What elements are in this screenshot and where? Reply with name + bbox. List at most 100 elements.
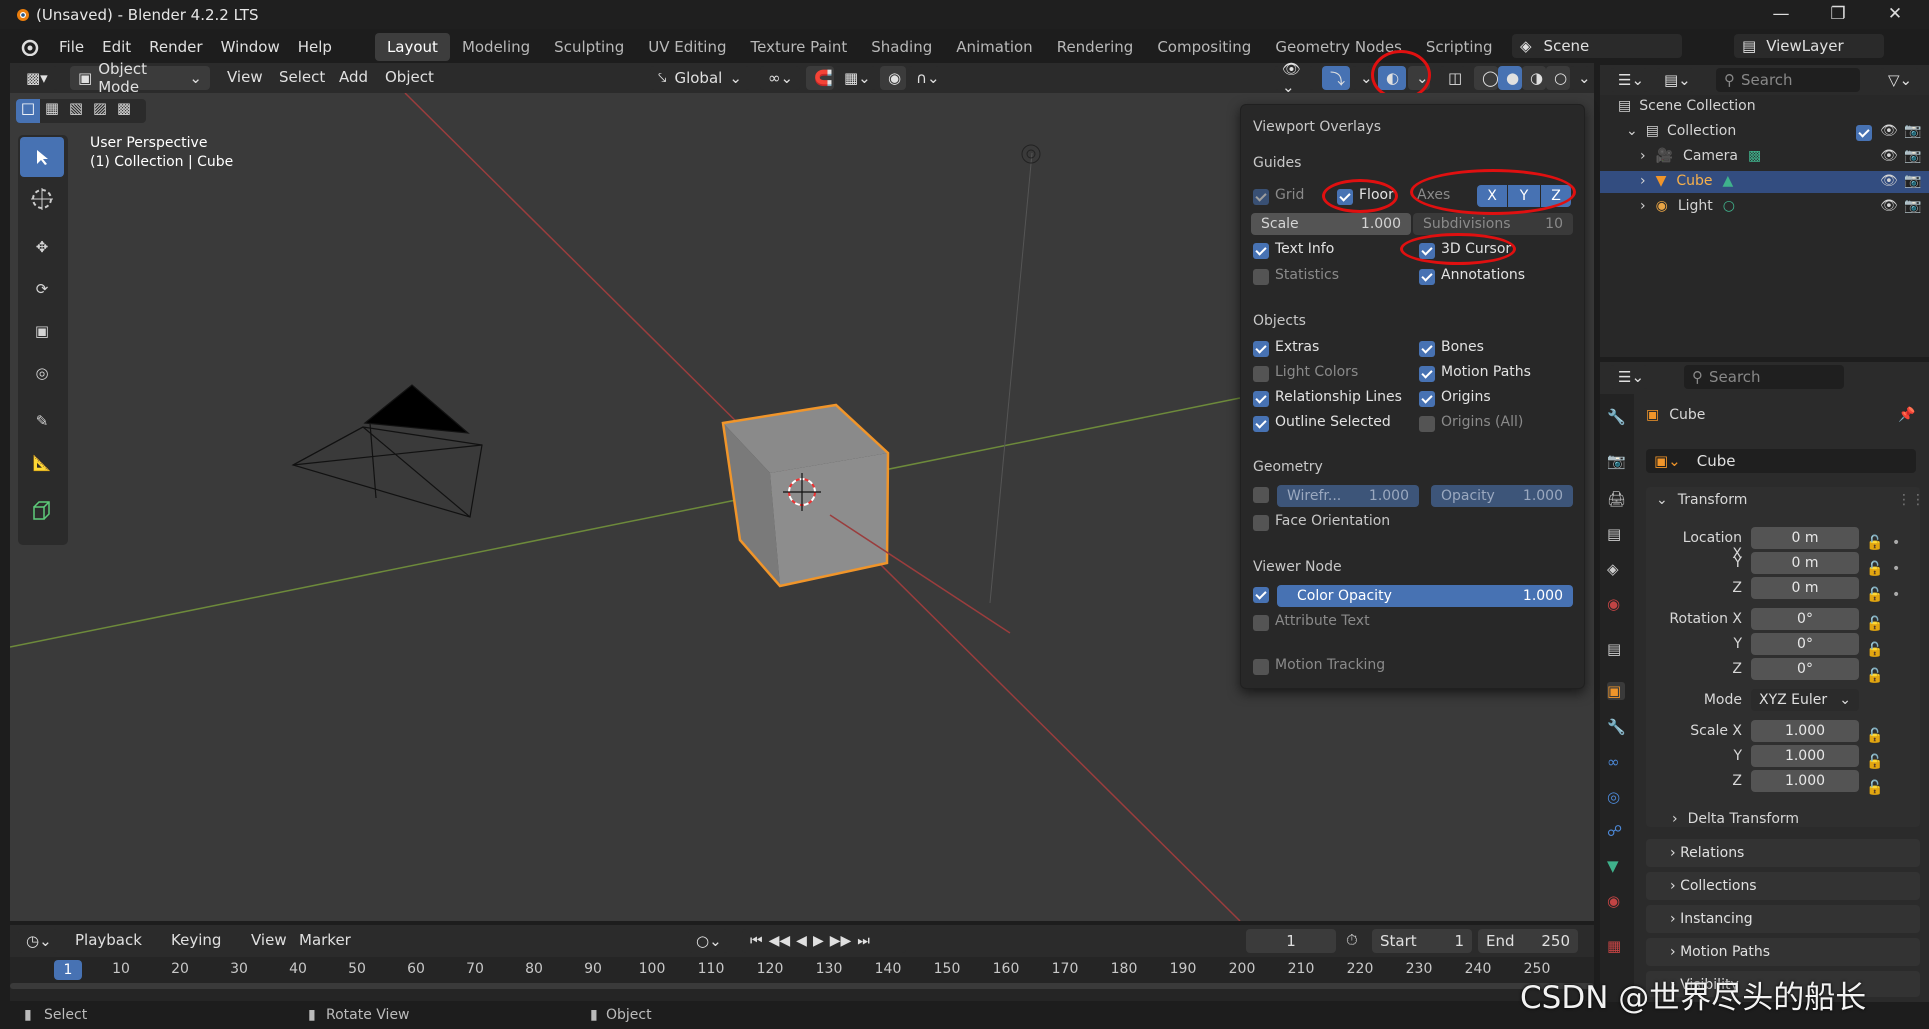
viewport-menu-select[interactable]: Select [270,68,334,86]
xray-icon[interactable]: ◫ [1440,66,1466,90]
delta-transform-header[interactable]: › Delta Transform [1672,811,1799,827]
visibility-icon[interactable]: 👁⌄ [1274,60,1314,96]
origins-checkbox[interactable] [1419,391,1435,407]
collections-panel[interactable]: › Collections [1646,872,1920,900]
next-keyframe-icon[interactable]: ▶▶ [830,933,852,949]
eye-icon[interactable]: 👁 [1880,198,1898,214]
transform-tool-icon[interactable]: ◎ [20,353,64,393]
scale-field[interactable]: Scale 1.000 [1251,213,1411,235]
keyframe-dots[interactable]: • • • [1892,530,1900,608]
data-tab-icon[interactable]: ▼ [1607,857,1625,875]
physics-tab-icon[interactable]: ◎ [1607,788,1625,806]
location-z-field[interactable]: 0 m [1751,577,1859,599]
snap-target-icon[interactable]: ▦⌄ [836,66,876,90]
tool-tab-icon[interactable]: 🔧 [1607,408,1626,426]
proportional-edit-icon[interactable]: ◉ [880,66,906,90]
scene-collection-row[interactable]: ▤ Scene Collection [1618,98,1756,114]
scale-y-field[interactable]: 1.000 [1751,745,1859,767]
annotations-checkbox[interactable] [1419,269,1435,285]
pivot-icon[interactable]: ∞⌄ [760,66,800,90]
tab-layout[interactable]: Layout [374,33,450,61]
scale-lock-icons[interactable]: 🔓 🔓 🔓 [1866,723,1883,801]
solid-shading-icon[interactable]: ● [1498,66,1522,90]
tab-sculpting[interactable]: Sculpting [542,33,636,61]
view-layer-tab-icon[interactable]: ▤ [1607,525,1625,543]
world-tab-icon[interactable]: ◉ [1607,595,1625,613]
camera-render-icon[interactable]: 📷 [1904,148,1921,164]
instancing-panel[interactable]: › Instancing [1646,905,1920,933]
end-frame-field[interactable]: End 250 [1478,929,1578,953]
extras-checkbox[interactable] [1253,341,1269,357]
statistics-checkbox[interactable] [1253,269,1269,285]
location-x-field[interactable]: 0 m [1751,527,1859,549]
transform-orientation-dropdown[interactable]: ⤥ Global ⌄ [650,66,750,90]
minimize-icon[interactable]: — [1752,0,1810,29]
collection-row[interactable]: ⌄ ▤ Collection 👁 📷 [1626,123,1926,141]
outline-selected-checkbox[interactable] [1253,416,1269,432]
gizmo-icon[interactable]: ⤵ [1322,66,1350,90]
origins-all-checkbox[interactable] [1419,416,1435,432]
tab-animation[interactable]: Animation [944,33,1044,61]
transform-header[interactable]: ⌄ Transform [1656,492,1747,508]
tab-shading[interactable]: Shading [859,33,944,61]
eye-icon[interactable]: 👁 [1880,123,1898,139]
object-tab-icon[interactable]: ▣ [1607,682,1625,700]
color-opacity-field[interactable]: Color Opacity 1.000 [1277,585,1573,607]
select-extend-icon[interactable]: ▦ [40,99,64,123]
collection-exclude-checkbox[interactable] [1856,125,1872,141]
menu-file[interactable]: File [50,38,93,56]
timeline-editor-icon[interactable]: ◷⌄ [18,929,58,953]
collection-tab-icon[interactable]: ▤ [1607,640,1625,658]
tab-modeling[interactable]: Modeling [450,33,542,61]
render-tab-icon[interactable]: 📷 [1607,452,1626,470]
select-tool-icon[interactable] [20,137,64,177]
rotate-tool-icon[interactable]: ⟳ [20,269,64,309]
menu-help[interactable]: Help [289,38,341,56]
outliner-editor-icon[interactable]: ☰⌄ [1610,68,1648,92]
motion-paths-panel[interactable]: › Motion Paths [1646,938,1920,966]
outliner-item-cube[interactable]: › ▼ Cube ▲ 👁 📷 [1640,173,1926,189]
timeline-menu-keying[interactable]: Keying [162,931,230,949]
motion-paths-checkbox[interactable] [1419,366,1435,382]
menu-edit[interactable]: Edit [93,38,140,56]
editor-type-icon[interactable]: ▩▾ [18,66,58,90]
grid-checkbox[interactable] [1253,189,1269,205]
blender-menu-icon[interactable] [18,38,40,56]
filter-icon[interactable]: ▽⌄ [1880,68,1920,92]
snap-icon[interactable]: 🧲 [806,66,834,90]
relations-panel[interactable]: › Relations [1646,839,1920,867]
measure-tool-icon[interactable]: 📐 [20,443,64,483]
menu-render[interactable]: Render [140,38,211,56]
modifier-tab-icon[interactable]: 🔧 [1607,718,1626,736]
tab-texture-paint[interactable]: Texture Paint [738,33,859,61]
tab-uv-editing[interactable]: UV Editing [636,33,738,61]
motion-tracking-checkbox[interactable] [1253,659,1269,675]
viewlayer-selector[interactable]: ▤ ViewLayer [1734,34,1884,58]
outliner-item-light[interactable]: › ◉ Light ○ 👁 📷 [1640,198,1926,214]
rotation-z-field[interactable]: 0° [1751,658,1859,680]
wireframe-checkbox[interactable] [1253,487,1269,503]
scene-selector[interactable]: ◈ Scene [1512,34,1682,58]
eye-icon[interactable]: 👁 [1880,173,1898,189]
outliner-search[interactable]: ⚲ Search [1716,68,1860,92]
tab-compositing[interactable]: Compositing [1145,33,1263,61]
select-subtract-icon[interactable]: ▧ [64,99,88,123]
output-tab-icon[interactable]: 🖨 [1607,490,1626,508]
outliner-item-camera[interactable]: › 🎥 Camera ▩ 👁 📷 [1640,148,1926,164]
select-intersect-icon[interactable]: ▩ [112,99,136,123]
shading-dropdown-icon[interactable]: ⌄ [1570,66,1591,90]
wireframe-shading-icon[interactable]: ◯ [1474,66,1499,90]
drag-handle-icon[interactable]: ⋮⋮ [1897,492,1925,508]
lock-icons[interactable]: 🔓 🔓 🔓 [1866,530,1883,608]
play-icon[interactable]: ▶ [813,933,824,949]
scale-z-field[interactable]: 1.000 [1751,770,1859,792]
texture-tab-icon[interactable]: ▦ [1607,937,1625,955]
mode-dropdown[interactable]: ▣ Object Mode ⌄ [70,60,210,96]
rotation-lock-icons[interactable]: 🔓 🔓 🔓 [1866,611,1883,689]
attribute-text-checkbox[interactable] [1253,615,1269,631]
subdivisions-field[interactable]: Subdivisions 10 [1413,213,1573,235]
timeline-menu-marker[interactable]: Marker [290,931,360,949]
play-reverse-icon[interactable]: ◀ [796,933,807,949]
scene-tab-icon[interactable]: ◈ [1607,560,1625,578]
wireframe-field[interactable]: Wirefr... 1.000 [1277,485,1419,507]
